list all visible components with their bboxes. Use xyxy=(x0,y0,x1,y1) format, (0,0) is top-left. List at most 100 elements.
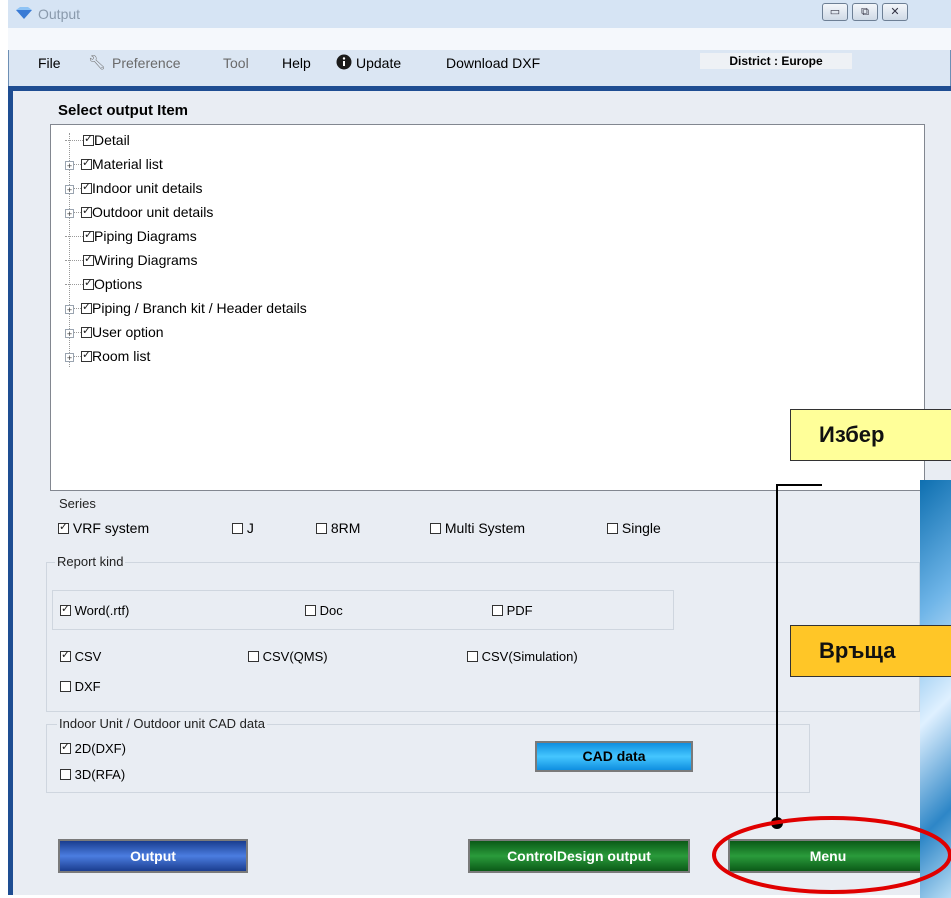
expand-icon[interactable]: + xyxy=(65,305,74,315)
checkbox-piping-branch-kit[interactable] xyxy=(81,300,92,314)
tree-item-label: Piping / Branch kit / Header details xyxy=(92,300,307,316)
checkbox-csv-simulation[interactable] xyxy=(467,651,478,662)
option-label: Multi System xyxy=(444,520,526,536)
restore-button[interactable]: ⧉ xyxy=(852,3,878,21)
menu-bar xyxy=(8,28,951,50)
checkbox-single[interactable] xyxy=(607,523,618,534)
option-label: CSV(Simulation) xyxy=(481,649,578,664)
tree-connector xyxy=(65,140,83,141)
checkbox-detail[interactable] xyxy=(83,132,94,146)
checkbox-dxf[interactable] xyxy=(60,681,71,692)
report-pdf-option[interactable]: PDF xyxy=(492,603,533,618)
select-callout: Избер xyxy=(790,409,951,461)
option-label: Doc xyxy=(319,603,343,618)
checkbox-indoor-unit-details[interactable] xyxy=(81,180,92,194)
checkbox-room-list[interactable] xyxy=(81,348,92,362)
report-dxf-option[interactable]: DXF xyxy=(60,679,101,694)
menu-preference[interactable]: Preference xyxy=(112,55,180,71)
close-button[interactable]: ✕ xyxy=(882,3,908,21)
checkbox-wiring-diagrams[interactable] xyxy=(83,252,94,266)
menu-update[interactable]: Update xyxy=(356,55,401,71)
cad-3d-option[interactable]: 3D(RFA) xyxy=(60,767,125,782)
tree-item[interactable]: + Indoor unit details xyxy=(65,180,203,204)
report-csv-simulation-option[interactable]: CSV(Simulation) xyxy=(467,649,578,664)
tree-item-label: Detail xyxy=(94,132,130,148)
report-kind-group xyxy=(46,562,920,712)
checkbox-user-option[interactable] xyxy=(81,324,92,338)
app-icon xyxy=(16,7,32,19)
tree-item[interactable]: + Room list xyxy=(65,348,150,372)
option-label: CSV xyxy=(74,649,102,664)
expand-icon[interactable]: + xyxy=(65,353,74,363)
output-button[interactable]: Output xyxy=(58,839,248,873)
cad-2d-option[interactable]: 2D(DXF) xyxy=(60,740,126,756)
checkbox-outdoor-unit-details[interactable] xyxy=(81,204,92,218)
expand-icon[interactable]: + xyxy=(65,329,74,339)
minimize-button[interactable]: ▭ xyxy=(822,3,848,21)
title-bar xyxy=(8,0,951,28)
tree-item[interactable]: Piping Diagrams xyxy=(65,228,197,252)
tree-item-label: Material list xyxy=(92,156,163,172)
menu-file[interactable]: File xyxy=(38,55,61,71)
info-icon xyxy=(336,54,352,70)
expand-icon[interactable]: + xyxy=(65,161,74,171)
tree-item[interactable]: + User option xyxy=(65,324,164,348)
tree-item[interactable]: + Piping / Branch kit / Header details xyxy=(65,300,307,324)
tree-item[interactable]: + Outdoor unit details xyxy=(65,204,213,228)
option-label: 3D(RFA) xyxy=(74,767,126,782)
option-label: 8RM xyxy=(330,520,361,536)
option-label: 2D(DXF) xyxy=(74,741,126,756)
control-design-output-button[interactable]: ControlDesign output xyxy=(468,839,690,873)
report-kind-label: Report kind xyxy=(55,554,126,569)
tree-item[interactable]: + Material list xyxy=(65,156,163,180)
cad-data-label: Indoor Unit / Outdoor unit CAD data xyxy=(57,716,267,731)
checkbox-8rm[interactable] xyxy=(316,523,327,534)
tree-item[interactable]: Detail xyxy=(65,132,130,156)
checkbox-vrf[interactable] xyxy=(58,520,69,534)
checkbox-material-list[interactable] xyxy=(81,156,92,170)
return-callout: Връща xyxy=(790,625,951,677)
checkbox-csv[interactable] xyxy=(60,648,71,662)
tree-item-label: Options xyxy=(94,276,143,292)
checkbox-j[interactable] xyxy=(232,523,243,534)
tree-item[interactable]: Wiring Diagrams xyxy=(65,252,197,276)
menu-help[interactable]: Help xyxy=(282,55,311,71)
document-format-subgroup xyxy=(52,590,674,630)
report-word-option[interactable]: Word(.rtf) xyxy=(60,602,130,618)
tree-item-label: Indoor unit details xyxy=(92,180,203,196)
series-8rm-option[interactable]: 8RM xyxy=(316,520,360,536)
checkbox-2d-dxf[interactable] xyxy=(60,740,71,754)
tree-item-label: Piping Diagrams xyxy=(94,228,197,244)
series-multi-option[interactable]: Multi System xyxy=(430,520,525,536)
series-label: Series xyxy=(57,496,98,511)
option-label: DXF xyxy=(74,679,101,694)
report-csv-qms-option[interactable]: CSV(QMS) xyxy=(248,649,328,664)
menu-button[interactable]: Menu xyxy=(728,839,928,873)
report-doc-option[interactable]: Doc xyxy=(305,603,343,618)
cad-data-button[interactable]: CAD data xyxy=(535,741,693,772)
checkbox-pdf[interactable] xyxy=(492,605,503,616)
option-label: VRF system xyxy=(72,520,150,536)
option-label: Word(.rtf) xyxy=(74,603,130,618)
checkbox-doc[interactable] xyxy=(305,605,316,616)
series-single-option[interactable]: Single xyxy=(607,520,661,536)
tree-item[interactable]: Options xyxy=(65,276,142,300)
menu-tool[interactable]: Tool xyxy=(223,55,249,71)
option-label: CSV(QMS) xyxy=(262,649,328,664)
report-csv-option[interactable]: CSV xyxy=(60,648,102,664)
tree-item-label: Outdoor unit details xyxy=(92,204,214,220)
expand-icon[interactable]: + xyxy=(65,209,74,219)
checkbox-word[interactable] xyxy=(60,602,71,616)
district-badge: District : Europe xyxy=(700,53,852,69)
checkbox-options[interactable] xyxy=(83,276,94,290)
cad-data-group xyxy=(46,724,810,793)
checkbox-piping-diagrams[interactable] xyxy=(83,228,94,242)
checkbox-csv-qms[interactable] xyxy=(248,651,259,662)
series-j-option[interactable]: J xyxy=(232,520,254,536)
checkbox-multi-system[interactable] xyxy=(430,523,441,534)
option-label: Single xyxy=(621,520,661,536)
expand-icon[interactable]: + xyxy=(65,185,74,195)
checkbox-3d-rfa[interactable] xyxy=(60,769,71,780)
series-vrf-option[interactable]: VRF system xyxy=(58,520,149,536)
menu-download-dxf[interactable]: Download DXF xyxy=(446,55,540,71)
